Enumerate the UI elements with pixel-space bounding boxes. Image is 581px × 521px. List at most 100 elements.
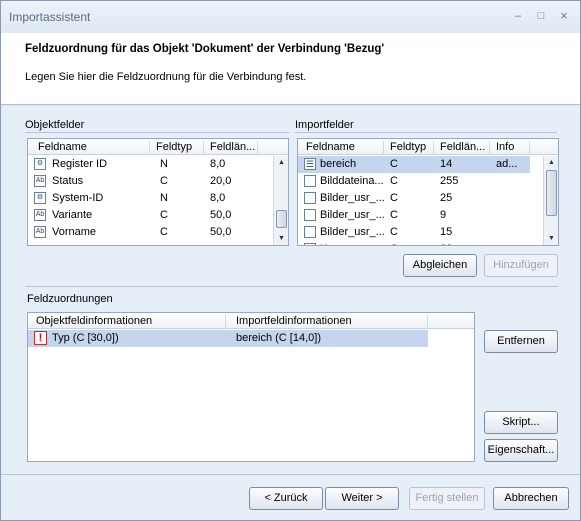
objektfelder-list[interactable]: Feldname Feldtyp Feldlän... ⚙ Register ID… — [27, 138, 289, 246]
mapping-importfeld: bereich (C [14,0]) — [236, 332, 321, 344]
column-header-feldlaenge[interactable]: Feldlän... — [434, 141, 490, 155]
feldzuordnungen-label: Feldzuordnungen — [27, 293, 113, 305]
zurueck-button[interactable]: < Zurück — [249, 487, 323, 510]
checkbox[interactable] — [304, 175, 316, 187]
feldtyp-cell: N — [160, 192, 168, 204]
wizard-body: Objektfelder Feldname Feldtyp Feldlän...… — [1, 106, 580, 520]
fertig-stellen-button[interactable]: Fertig stellen — [409, 487, 485, 510]
column-header-info[interactable]: Info — [490, 141, 530, 155]
feldtyp-cell: C — [160, 175, 168, 187]
feldlaenge-cell: 8,0 — [210, 158, 226, 170]
checkbox[interactable] — [304, 243, 316, 245]
feldtyp-cell: C — [160, 209, 168, 221]
list-header: Feldname Feldtyp Feldlän... Info — [298, 139, 558, 155]
feldlaenge-cell: 255 — [440, 175, 459, 187]
objektfeld-row[interactable]: Ab Status C 20,0 — [28, 173, 288, 190]
importfelder-scrollbar[interactable]: ▲ ▼ — [543, 156, 558, 245]
maximize-button[interactable]: □ — [534, 9, 548, 23]
warning-icon: ! — [34, 331, 47, 345]
abbrechen-button[interactable]: Abbrechen — [493, 487, 569, 510]
gear-icon: ⚙ — [34, 192, 46, 204]
feldlaenge-cell: 9 — [440, 209, 447, 221]
gear-icon: ⚙ — [34, 158, 46, 170]
objektfeld-row[interactable]: Ab Variante C 50,0 — [28, 207, 288, 224]
divider — [295, 132, 557, 133]
feldname-cell: Register ID — [52, 158, 108, 170]
feldzuordnungen-list[interactable]: Objektfeldinformationen Importfeldinform… — [27, 312, 475, 462]
importfeld-row[interactable]: Bilddateina... C 255 — [298, 173, 530, 190]
page-title: Feldzuordnung für das Objekt 'Dokument' … — [25, 43, 385, 55]
importfeld-row[interactable]: Bilder_usr_... C 25 — [298, 190, 530, 207]
feldname-cell: Bilder_usr_... — [320, 226, 384, 238]
scroll-down-arrow-icon[interactable]: ▼ — [274, 232, 288, 245]
divider — [25, 132, 289, 133]
feldtyp-cell: C — [390, 192, 398, 204]
title-bar: Importassistent – □ × — [1, 1, 580, 33]
feldname-cell: Bilder_usr_... — [320, 192, 384, 204]
checkbox[interactable] — [304, 209, 316, 221]
feldlaenge-cell: 15 — [440, 226, 453, 238]
list-header: Objektfeldinformationen Importfeldinform… — [28, 313, 474, 329]
abgleichen-button[interactable]: Abgleichen — [403, 254, 477, 277]
column-header-feldlaenge[interactable]: Feldlän... — [204, 141, 258, 155]
text-field-icon: Ab — [34, 226, 46, 238]
checkbox[interactable] — [304, 192, 316, 204]
feldlaenge-cell: 50,0 — [210, 209, 232, 221]
weiter-button[interactable]: Weiter > — [325, 487, 399, 510]
scroll-thumb[interactable] — [546, 170, 557, 216]
feldtyp-cell: C — [390, 158, 398, 170]
column-header-importfeldinformationen[interactable]: Importfeldinformationen — [226, 315, 428, 329]
objektfeld-row[interactable]: ⚙ System-ID N 8,0 — [28, 190, 288, 207]
eigenschaft-button[interactable]: Eigenschaft... — [484, 439, 558, 462]
document-icon: ☰ — [304, 158, 316, 170]
objektfeld-row[interactable]: Ab Vorname C 50,0 — [28, 224, 288, 241]
importfeld-row[interactable]: Bilder_usr_... C 9 — [298, 207, 530, 224]
feldname-cell: System-ID — [52, 192, 104, 204]
close-button[interactable]: × — [557, 9, 571, 23]
importfeld-row[interactable]: Bilder_usr_... C 15 — [298, 224, 530, 241]
feldname-cell: Bilddateina... — [320, 175, 384, 187]
importfeld-row[interactable]: ☰ bereich C 14 ad... — [298, 156, 530, 173]
skript-button[interactable]: Skript... — [484, 411, 558, 434]
objektfeld-row[interactable]: ⚙ Register ID N 8,0 — [28, 156, 288, 173]
feldtyp-cell: C — [390, 226, 398, 238]
text-field-icon: Ab — [34, 175, 46, 187]
importfelder-list[interactable]: Feldname Feldtyp Feldlän... Info ☰ bereic… — [297, 138, 559, 246]
text-field-icon: Ab — [34, 209, 46, 221]
feldlaenge-cell: 25 — [440, 192, 453, 204]
feldname-cell: Variante — [52, 209, 93, 221]
divider — [25, 286, 558, 287]
scroll-up-arrow-icon[interactable]: ▲ — [274, 156, 288, 169]
minimize-button[interactable]: – — [511, 9, 525, 23]
mapping-objektfeld: Typ (C [30,0]) — [52, 332, 119, 344]
feldtyp-cell: C — [390, 243, 398, 245]
feldtyp-cell: C — [390, 209, 398, 221]
scroll-thumb[interactable] — [276, 210, 287, 228]
scroll-up-arrow-icon[interactable]: ▲ — [544, 156, 558, 169]
importfeld-row[interactable]: K... C 60 — [298, 241, 530, 245]
column-header-feldname[interactable]: Feldname — [28, 141, 150, 155]
scroll-down-arrow-icon[interactable]: ▼ — [544, 232, 558, 245]
feldlaenge-cell: 60 — [440, 243, 452, 245]
import-wizard-window: Importassistent – □ × Feldzuordnung für … — [0, 0, 581, 521]
objektfelder-scrollbar[interactable]: ▲ ▼ — [273, 156, 288, 245]
column-header-objektfeldinformationen[interactable]: Objektfeldinformationen — [28, 315, 226, 329]
feldname-cell: K... — [320, 243, 384, 245]
feldname-cell: Vorname — [52, 226, 97, 238]
feldtyp-cell: C — [390, 175, 398, 187]
window-title: Importassistent — [9, 10, 91, 24]
column-header-feldname[interactable]: Feldname — [298, 141, 384, 155]
feldlaenge-cell: 50,0 — [210, 226, 232, 238]
entfernen-button[interactable]: Entfernen — [484, 330, 558, 353]
mapping-row[interactable]: ! Typ (C [30,0]) bereich (C [14,0]) — [28, 330, 428, 347]
column-header-feldtyp[interactable]: Feldtyp — [384, 141, 434, 155]
importfelder-label: Importfelder — [295, 119, 354, 131]
checkbox[interactable] — [304, 226, 316, 238]
objektfelder-label: Objektfelder — [25, 119, 85, 131]
feldname-cell: Bilder_usr_... — [320, 209, 384, 221]
hinzufuegen-button[interactable]: Hinzufügen — [484, 254, 558, 277]
wizard-header: Feldzuordnung für das Objekt 'Dokument' … — [1, 33, 580, 105]
column-header-feldtyp[interactable]: Feldtyp — [150, 141, 204, 155]
list-header: Feldname Feldtyp Feldlän... — [28, 139, 288, 155]
feldtyp-cell: N — [160, 158, 168, 170]
